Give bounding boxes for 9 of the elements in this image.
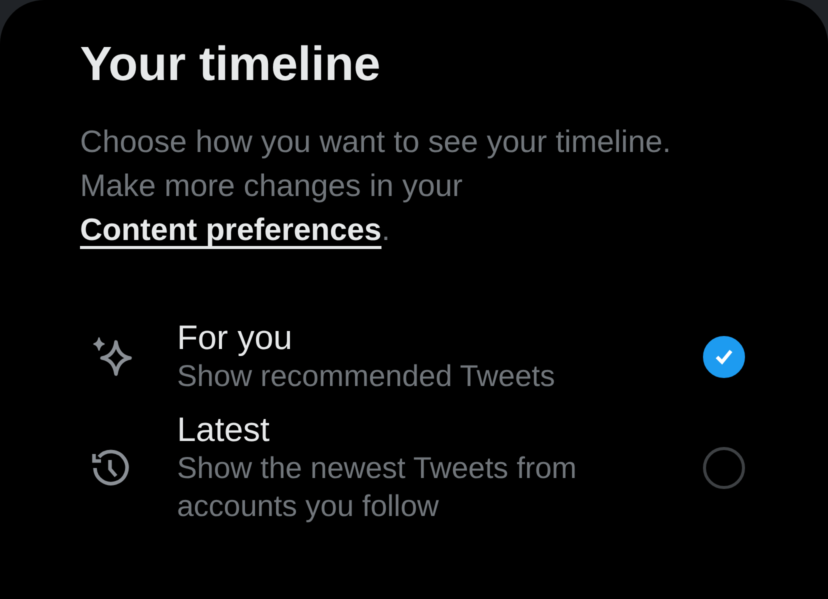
radio-button[interactable] (703, 447, 745, 489)
content-preferences-link[interactable]: Content preferences (80, 212, 382, 247)
radio-button[interactable] (703, 336, 745, 378)
option-description: Show the newest Tweets from accounts you follow (177, 451, 578, 525)
option-label: Latest (177, 410, 271, 450)
sheet-title: Your timeline (80, 37, 382, 93)
option-description: Show recommended Tweets (177, 359, 556, 395)
description-text: Choose how you want to see your timeline. Make more changes in your Content preferences. (80, 123, 672, 249)
option-label: For you (177, 318, 294, 358)
